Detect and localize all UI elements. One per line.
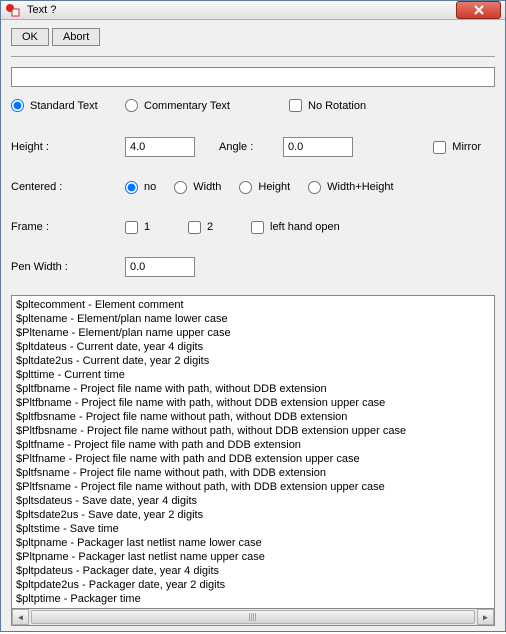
frame-1-check[interactable]: 1	[125, 221, 170, 234]
frame-2-label: 2	[207, 221, 213, 233]
list-item[interactable]: $pltstime - Save time	[16, 522, 490, 536]
angle-label: Angle :	[219, 141, 279, 153]
scroll-thumb[interactable]	[31, 610, 475, 624]
text-input[interactable]	[11, 67, 495, 87]
pen-width-label: Pen Width :	[11, 261, 121, 273]
list-item[interactable]: $Pltename - Element/plan name upper case	[16, 326, 490, 340]
centered-label: Centered :	[11, 181, 121, 193]
height-label: Height :	[11, 141, 121, 153]
mirror-label: Mirror	[452, 141, 481, 153]
left-hand-open-label: left hand open	[270, 221, 340, 233]
list-item[interactable]: $pltpdate2us - Packager date, year 2 dig…	[16, 578, 490, 592]
list-item[interactable]: $Pltpname - Packager last netlist name u…	[16, 550, 490, 564]
commentary-text-radio[interactable]: Commentary Text	[125, 99, 230, 112]
list-item[interactable]: $pltfbsname - Project file name without …	[16, 410, 490, 424]
scroll-right-button[interactable]: ►	[477, 609, 494, 625]
centered-width-label: Width	[193, 181, 221, 193]
standard-text-label: Standard Text	[30, 100, 98, 112]
list-item[interactable]: $pltdate2us - Current date, year 2 digit…	[16, 354, 490, 368]
list-item[interactable]: $pltdateus - Current date, year 4 digits	[16, 340, 490, 354]
left-hand-open-check[interactable]: left hand open	[251, 221, 340, 234]
abort-button[interactable]: Abort	[52, 28, 100, 46]
list-item[interactable]: $pltename - Element/plan name lower case	[16, 312, 490, 326]
mirror-check[interactable]: Mirror	[433, 141, 481, 154]
ok-button[interactable]: OK	[11, 28, 49, 46]
app-icon	[5, 2, 21, 18]
standard-text-radio[interactable]: Standard Text	[11, 99, 98, 112]
list-item[interactable]: $Pltfname - Project file name with path …	[16, 452, 490, 466]
list-item[interactable]: $Pltfbname - Project file name with path…	[16, 396, 490, 410]
pen-width-input[interactable]	[125, 257, 195, 277]
separator	[11, 56, 495, 57]
centered-no-label: no	[144, 181, 156, 193]
scroll-left-button[interactable]: ◄	[12, 609, 29, 625]
list-item[interactable]: $pltfname - Project file name with path …	[16, 438, 490, 452]
list-item[interactable]: $pltecomment - Element comment	[16, 298, 490, 312]
no-rotation-label: No Rotation	[308, 100, 366, 112]
list-item[interactable]: $pltsdate2us - Save date, year 2 digits	[16, 508, 490, 522]
frame-label: Frame :	[11, 221, 121, 233]
horizontal-scrollbar[interactable]: ◄ ►	[11, 609, 495, 626]
list-item[interactable]: $pltpname - Packager last netlist name l…	[16, 536, 490, 550]
height-input[interactable]	[125, 137, 195, 157]
centered-wh-label: Width+Height	[327, 181, 393, 193]
titlebar: Text ?	[1, 1, 505, 20]
list-item[interactable]: $pltpdateus - Packager date, year 4 digi…	[16, 564, 490, 578]
list-item[interactable]: $pltfsname - Project file name without p…	[16, 466, 490, 480]
dialog-content: OK Abort Standard Text Commentary Text	[1, 20, 505, 634]
centered-width-radio[interactable]: Width	[174, 181, 221, 194]
list-item[interactable]: $Pltfsname - Project file name without p…	[16, 480, 490, 494]
close-icon	[474, 5, 484, 15]
frame-1-label: 1	[144, 221, 150, 233]
variables-listbox[interactable]: $pltecomment - Element comment$pltename …	[11, 295, 495, 609]
list-item[interactable]: $plttime - Current time	[16, 368, 490, 382]
angle-input[interactable]	[283, 137, 353, 157]
list-item[interactable]: $pltptime - Packager time	[16, 592, 490, 606]
list-item[interactable]: $pltsdateus - Save date, year 4 digits	[16, 494, 490, 508]
window-title: Text ?	[27, 4, 456, 16]
scroll-track[interactable]	[29, 609, 477, 625]
commentary-text-label: Commentary Text	[144, 100, 230, 112]
centered-no-radio[interactable]: no	[125, 181, 156, 194]
centered-height-label: Height	[258, 181, 290, 193]
list-item[interactable]: $Pltfbsname - Project file name without …	[16, 424, 490, 438]
centered-wh-radio[interactable]: Width+Height	[308, 181, 393, 194]
close-button[interactable]	[456, 1, 501, 19]
dialog-window: Text ? OK Abort Standard Text	[0, 0, 506, 632]
centered-height-radio[interactable]: Height	[239, 181, 290, 194]
list-item[interactable]: $pltfbname - Project file name with path…	[16, 382, 490, 396]
no-rotation-check[interactable]: No Rotation	[289, 99, 366, 112]
frame-2-check[interactable]: 2	[188, 221, 233, 234]
